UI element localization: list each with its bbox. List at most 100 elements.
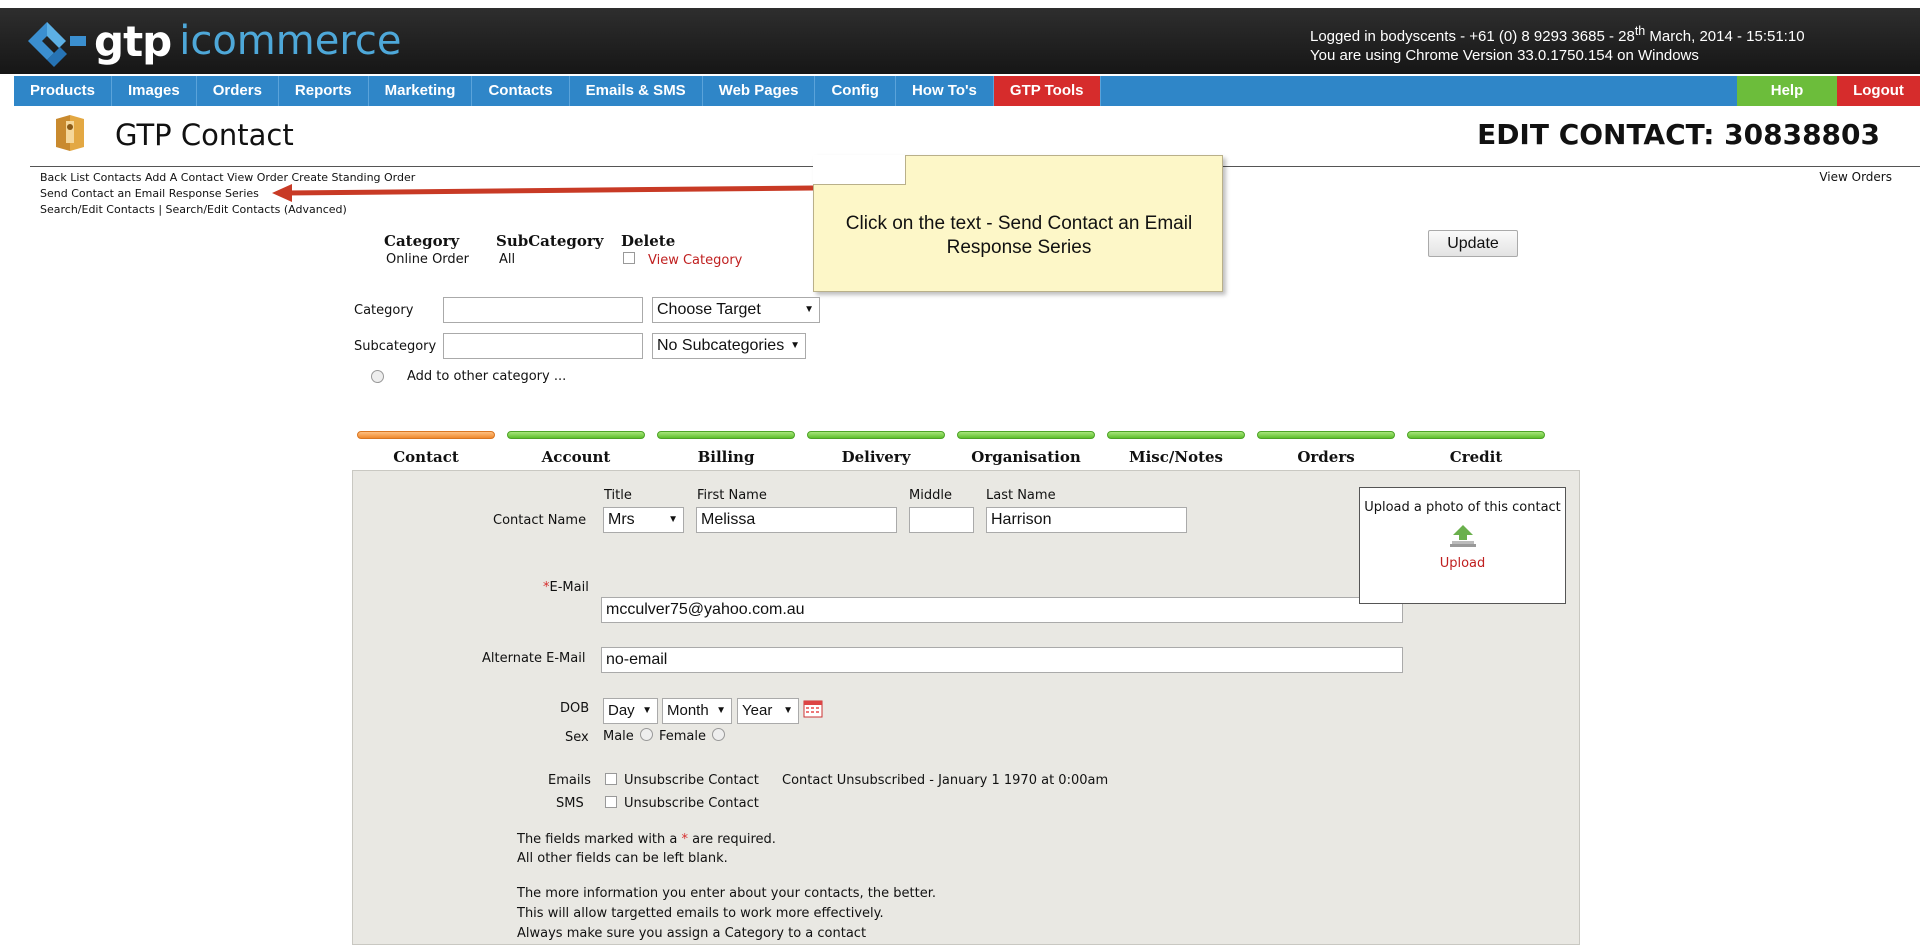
choose-target-select[interactable]: Choose Target ▼ <box>652 297 820 323</box>
main-nav: Products Images Orders Reports Marketing… <box>14 76 1920 106</box>
links-row-1: Back List Contacts Add A Contact View Or… <box>40 170 415 186</box>
list-contacts-link[interactable]: List Contacts <box>70 171 141 184</box>
gtp-icommerce-logo[interactable]: gtp icommerce <box>20 14 402 68</box>
chevron-down-icon: ▼ <box>783 705 793 716</box>
dob-label: DOB <box>560 701 590 716</box>
sms-unsubscribe-label: Unsubscribe Contact <box>624 796 759 811</box>
nav-logout[interactable]: Logout <box>1837 76 1920 106</box>
links-row-3: Search/Edit Contacts | Search/Edit Conta… <box>40 202 415 218</box>
last-name-label: Last Name <box>986 488 1056 503</box>
subcategory-input[interactable] <box>443 333 643 359</box>
tab-contact-indicator <box>357 431 495 439</box>
tab-billing[interactable]: Billing <box>657 448 795 466</box>
view-orders-link[interactable]: View Orders <box>1819 170 1892 184</box>
email-input[interactable]: mcculver75@yahoo.com.au <box>601 597 1403 623</box>
search-edit-contacts-link[interactable]: Search/Edit Contacts <box>40 203 155 216</box>
category-label: Category <box>354 303 414 318</box>
category-value: Online Order <box>386 252 470 267</box>
tab-credit[interactable]: Credit <box>1407 448 1545 466</box>
middle-name-input[interactable] <box>909 507 974 533</box>
dob-day-select[interactable]: Day ▼ <box>603 698 658 724</box>
add-other-category-label: Add to other category ... <box>407 369 567 384</box>
chevron-down-icon: ▼ <box>668 514 678 525</box>
sex-female-radio[interactable] <box>712 728 725 741</box>
logo-text-icommerce: icommerce <box>179 18 402 64</box>
tab-misc-notes[interactable]: Misc/Notes <box>1107 448 1245 466</box>
login-text: Logged in bodyscents - +61 (0) 8 9293 36… <box>1310 28 1635 45</box>
calendar-icon[interactable] <box>803 699 823 719</box>
contact-book-icon <box>56 115 84 151</box>
title-label: Title <box>604 488 632 503</box>
callout-fold <box>813 155 906 185</box>
tab-orders[interactable]: Orders <box>1257 448 1395 466</box>
category-input[interactable] <box>443 297 643 323</box>
info-note-1: The more information you enter about you… <box>517 886 936 901</box>
nav-emails-sms[interactable]: Emails & SMS <box>570 76 703 106</box>
alternate-email-label: Alternate E-Mail <box>482 651 586 666</box>
subcategory-label: Subcategory <box>354 339 437 354</box>
top-header: gtp icommerce Logged in bodyscents - +61… <box>0 8 1920 74</box>
dob-month-value: Month <box>667 702 709 719</box>
nav-orders[interactable]: Orders <box>197 76 279 106</box>
sex-label: Sex <box>565 730 589 745</box>
sex-male-label: Male <box>603 729 634 744</box>
instruction-callout: Click on the text - Send Contact an Emai… <box>813 155 1223 292</box>
photo-upload-box: Upload a photo of this contact Upload <box>1359 487 1566 604</box>
delete-checkbox[interactable] <box>623 252 635 264</box>
nav-marketing[interactable]: Marketing <box>369 76 473 106</box>
send-email-series-link[interactable]: Send Contact an Email Response Series <box>40 187 259 200</box>
chevron-down-icon: ▼ <box>804 304 814 315</box>
tab-organisation[interactable]: Organisation <box>957 448 1095 466</box>
sms-unsubscribe-checkbox[interactable] <box>605 796 617 808</box>
browser-info: You are using Chrome Version 33.0.1750.1… <box>1310 47 1699 64</box>
update-button[interactable]: Update <box>1428 230 1518 257</box>
upload-prompt: Upload a photo of this contact <box>1364 500 1561 515</box>
view-order-link[interactable]: View Order <box>227 171 288 184</box>
upload-icon[interactable] <box>1448 524 1478 548</box>
nav-web-pages[interactable]: Web Pages <box>703 76 816 106</box>
add-contact-link[interactable]: Add A Contact <box>145 171 224 184</box>
nav-config[interactable]: Config <box>815 76 896 106</box>
nav-products[interactable]: Products <box>14 76 113 106</box>
first-name-label: First Name <box>697 488 767 503</box>
dob-day-value: Day <box>608 702 635 719</box>
nav-reports[interactable]: Reports <box>279 76 369 106</box>
tab-account[interactable]: Account <box>507 448 645 466</box>
required-note: The fields marked with a * are required. <box>517 830 776 850</box>
dob-year-select[interactable]: Year ▼ <box>737 698 799 724</box>
edit-contact-title: EDIT CONTACT: 30838803 <box>1477 118 1880 151</box>
tab-delivery[interactable]: Delivery <box>807 448 945 466</box>
nav-help[interactable]: Help <box>1737 76 1837 106</box>
create-standing-order-link[interactable]: Create Standing Order <box>291 171 415 184</box>
delete-header: Delete <box>621 232 676 250</box>
nav-images[interactable]: Images <box>112 76 197 106</box>
email-unsubscribe-checkbox[interactable] <box>605 773 617 785</box>
nav-contacts[interactable]: Contacts <box>472 76 570 106</box>
add-other-category-radio[interactable] <box>371 370 384 383</box>
title-select[interactable]: Mrs ▼ <box>603 507 684 533</box>
tab-account-indicator <box>507 431 645 439</box>
email-label: *E-Mail <box>543 580 589 595</box>
chevron-down-icon: ▼ <box>716 705 726 716</box>
dob-year-value: Year <box>742 702 773 719</box>
upload-link[interactable]: Upload <box>1360 556 1565 571</box>
nav-gtp-tools[interactable]: GTP Tools <box>993 76 1101 106</box>
links-row-2: Send Contact an Email Response Series <box>40 186 415 202</box>
sex-male-radio[interactable] <box>640 728 653 741</box>
alternate-email-input[interactable]: no-email <box>601 647 1403 673</box>
view-category-link[interactable]: View Category <box>648 253 742 268</box>
first-name-input[interactable]: Melissa <box>696 507 897 533</box>
back-link[interactable]: Back <box>40 171 67 184</box>
email-unsubscribe-label: Unsubscribe Contact <box>624 773 759 788</box>
tab-contact[interactable]: Contact <box>357 448 495 466</box>
last-name-input[interactable]: Harrison <box>986 507 1187 533</box>
nav-how-tos[interactable]: How To's <box>896 76 994 106</box>
callout-text: Click on the text - Send Contact an Emai… <box>845 213 1193 258</box>
link-separator: | <box>158 203 163 216</box>
subcategory-select[interactable]: No Subcategories ▼ <box>652 333 806 359</box>
info-note-3: Always make sure you assign a Category t… <box>517 926 867 941</box>
tab-orders-indicator <box>1257 431 1395 439</box>
search-edit-advanced-link[interactable]: Search/Edit Contacts (Advanced) <box>166 203 347 216</box>
tab-billing-indicator <box>657 431 795 439</box>
dob-month-select[interactable]: Month ▼ <box>662 698 732 724</box>
